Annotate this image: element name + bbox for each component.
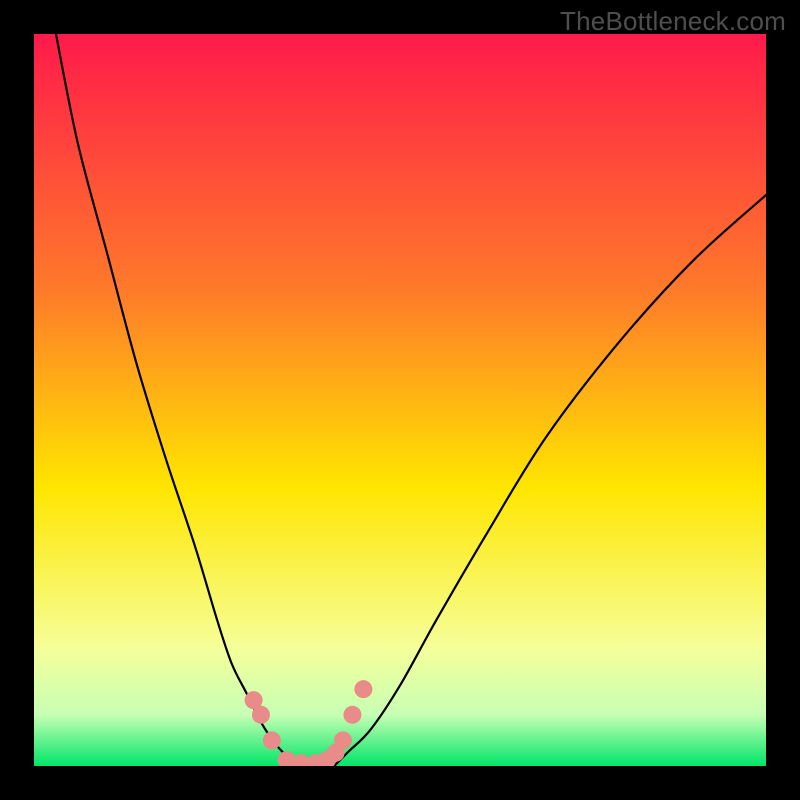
watermark-text: TheBottleneck.com xyxy=(560,6,786,37)
data-marker xyxy=(334,731,352,749)
chart-frame: TheBottleneck.com xyxy=(0,0,800,800)
data-marker xyxy=(252,706,270,724)
gradient-background xyxy=(34,34,766,766)
bottleneck-chart xyxy=(34,34,766,766)
data-marker xyxy=(343,706,361,724)
data-marker xyxy=(263,731,281,749)
data-marker xyxy=(354,680,372,698)
